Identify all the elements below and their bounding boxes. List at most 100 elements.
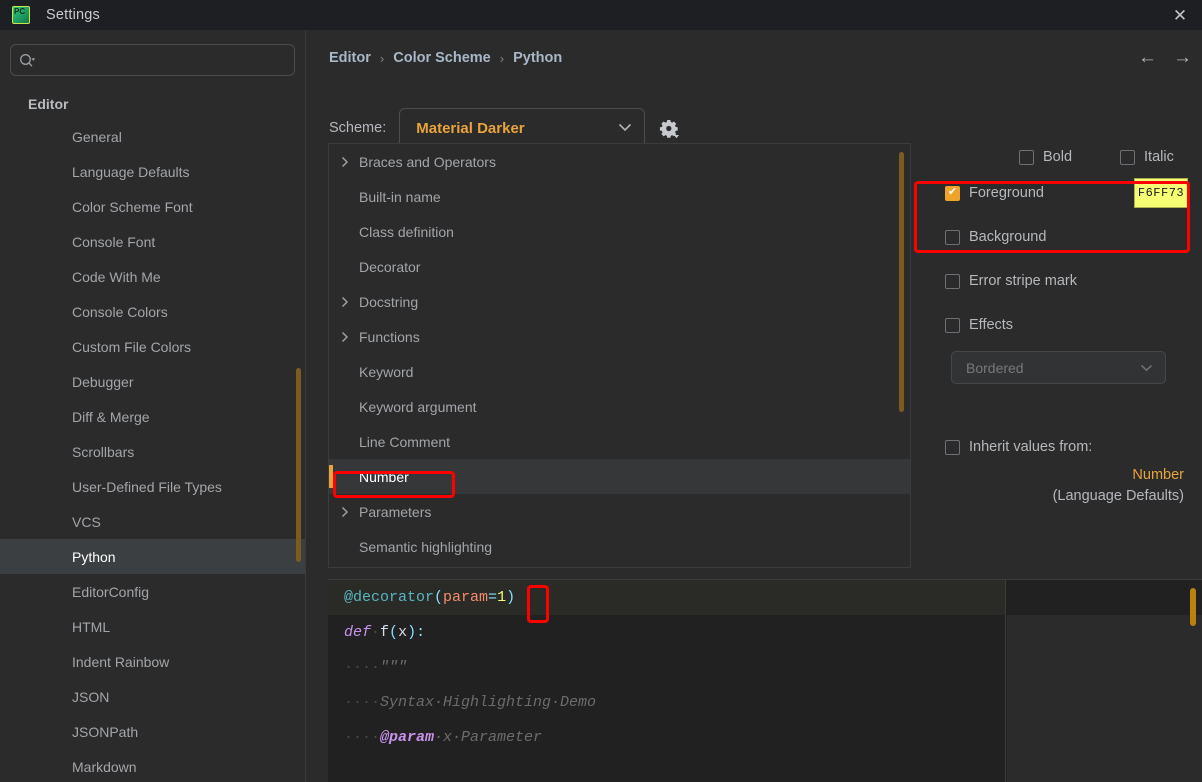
sidebar-item-editorconfig[interactable]: EditorConfig (0, 574, 305, 609)
code-preview-panel[interactable]: @decorator(param=1) def·f(x): ····""" ····S… (328, 579, 1202, 782)
code-token: ···· (344, 729, 381, 746)
bold-checkbox[interactable] (1019, 149, 1034, 165)
sidebar-item-debugger[interactable]: Debugger (0, 364, 305, 399)
scheme-dropdown[interactable]: Material Darker (399, 108, 646, 148)
background-label: Background (969, 229, 1047, 245)
bold-label: Bold (1043, 149, 1073, 165)
sidebar-item-vcs[interactable]: VCS (0, 504, 305, 539)
inherit-source-name: Number (1132, 467, 1184, 483)
element-row-keyword-argument[interactable]: Keyword argument (329, 389, 910, 424)
chevron-right-icon[interactable] (341, 506, 359, 518)
gear-icon[interactable] (658, 117, 680, 139)
code-token: @param (380, 729, 435, 746)
navigation-arrows: ← → (1138, 48, 1192, 67)
chevron-right-icon[interactable] (341, 156, 359, 168)
main-panel: Editor › Color Scheme › Python ← → Scheme: M… (307, 30, 1202, 782)
sidebar-item-language-defaults[interactable]: Language Defaults (0, 154, 305, 189)
breadcrumb: Editor › Color Scheme › Python (329, 50, 562, 66)
background-checkbox[interactable] (945, 229, 960, 245)
foreground-row: Foreground F6FF73 (923, 171, 1202, 215)
effects-type-dropdown[interactable]: Bordered (951, 351, 1166, 384)
code-token: ···· (344, 659, 381, 676)
sidebar-group-editor[interactable]: Editor (0, 88, 305, 119)
code-line: ····Syntax·Highlighting·Demo (328, 685, 1005, 720)
element-label: Docstring (359, 293, 419, 310)
breadcrumb-item-2[interactable]: Python (513, 50, 562, 66)
element-row-decorator[interactable]: Decorator (329, 249, 910, 284)
sidebar-item-html[interactable]: HTML (0, 609, 305, 644)
element-label: Semantic highlighting (359, 538, 493, 555)
element-row-parameters[interactable]: Parameters (329, 494, 910, 529)
color-elements-list[interactable]: Braces and Operators Built-in name Class d… (328, 143, 911, 568)
code-token: ···· (344, 694, 381, 711)
background-checkbox-item[interactable]: Background (945, 229, 1046, 245)
search-box[interactable] (10, 44, 295, 76)
close-icon[interactable]: ✕ (1168, 4, 1192, 26)
inherit-checkbox[interactable] (945, 439, 960, 455)
code-preview-scrollbar-thumb[interactable] (1190, 588, 1196, 626)
breadcrumb-item-0[interactable]: Editor (329, 50, 371, 66)
sidebar-item-console-font[interactable]: Console Font (0, 224, 305, 259)
code-token: """ (380, 659, 408, 676)
settings-window: PC Settings ✕ Editor General Language Def… (0, 0, 1202, 782)
foreground-checkbox-item[interactable]: Foreground (945, 185, 1044, 201)
sidebar-item-console-colors[interactable]: Console Colors (0, 294, 305, 329)
chevron-right-icon[interactable] (341, 296, 359, 308)
error-stripe-checkbox-item[interactable]: Error stripe mark (945, 273, 1077, 289)
sidebar-scrollbar-thumb[interactable] (296, 368, 301, 562)
sidebar-item-custom-file-colors[interactable]: Custom File Colors (0, 329, 305, 364)
element-row-line-comment[interactable]: Line Comment (329, 424, 910, 459)
breadcrumb-item-1[interactable]: Color Scheme (393, 50, 491, 66)
effects-checkbox[interactable] (945, 317, 960, 333)
sidebar-item-diff-merge[interactable]: Diff & Merge (0, 399, 305, 434)
element-row-class-definition[interactable]: Class definition (329, 214, 910, 249)
element-label: Parameters (359, 503, 432, 520)
window-title: Settings (46, 7, 100, 23)
code-line: ····@param·x·Parameter (328, 720, 1005, 755)
sidebar-item-json[interactable]: JSON (0, 679, 305, 714)
scheme-row: Scheme: Material Darker (329, 108, 680, 148)
element-row-keyword[interactable]: Keyword (329, 354, 910, 389)
inherit-row[interactable]: Inherit values from: (923, 439, 1202, 455)
code-preview-text[interactable]: @decorator(param=1) def·f(x): ····""" ····S… (328, 580, 1006, 782)
sidebar-item-scrollbars[interactable]: Scrollbars (0, 434, 305, 469)
code-token: ( (434, 589, 444, 606)
modified-marker (329, 465, 333, 488)
font-style-row: Bold Italic (923, 143, 1202, 171)
element-row-number[interactable]: Number (329, 459, 910, 494)
elements-scrollbar-thumb[interactable] (899, 152, 904, 412)
element-row-built-in-name[interactable]: Built-in name (329, 179, 910, 214)
foreground-color-swatch[interactable]: F6FF73 (1134, 178, 1188, 208)
sidebar-tree: Editor General Language Defaults Color Sch… (0, 88, 305, 782)
watermark: CSDN @小白想听人话 (1018, 778, 1190, 782)
element-row-braces-and-operators[interactable]: Braces and Operators (329, 144, 910, 179)
italic-checkbox-item[interactable]: Italic (1120, 149, 1174, 165)
code-token: def (344, 624, 372, 641)
effects-row: Effects (923, 303, 1202, 347)
effects-checkbox-item[interactable]: Effects (945, 317, 1013, 333)
element-label: Keyword (359, 363, 414, 380)
bold-checkbox-item[interactable]: Bold (1019, 149, 1072, 165)
code-preview-highlight-band (1007, 580, 1202, 615)
search-input[interactable] (39, 52, 286, 68)
error-stripe-checkbox[interactable] (945, 273, 960, 289)
chevron-right-icon[interactable] (341, 331, 359, 343)
sidebar-item-python[interactable]: Python (0, 539, 305, 574)
element-row-semantic-highlighting[interactable]: Semantic highlighting (329, 529, 910, 564)
foreground-checkbox[interactable] (945, 185, 960, 201)
element-row-docstring[interactable]: Docstring (329, 284, 910, 319)
element-row-functions[interactable]: Functions (329, 319, 910, 354)
settings-sidebar: Editor General Language Defaults Color Sch… (0, 30, 306, 782)
arrow-left-icon[interactable]: ← (1138, 48, 1157, 67)
error-stripe-row: Error stripe mark (923, 259, 1202, 303)
sidebar-item-jsonpath[interactable]: JSONPath (0, 714, 305, 749)
sidebar-item-indent-rainbow[interactable]: Indent Rainbow (0, 644, 305, 679)
sidebar-item-general[interactable]: General (0, 119, 305, 154)
sidebar-item-code-with-me[interactable]: Code With Me (0, 259, 305, 294)
sidebar-item-color-scheme-font[interactable]: Color Scheme Font (0, 189, 305, 224)
arrow-right-icon[interactable]: → (1173, 48, 1192, 67)
code-token: = (488, 589, 498, 606)
sidebar-item-user-defined-file-types[interactable]: User-Defined File Types (0, 469, 305, 504)
italic-checkbox[interactable] (1120, 149, 1136, 165)
sidebar-item-markdown[interactable]: Markdown (0, 749, 305, 782)
